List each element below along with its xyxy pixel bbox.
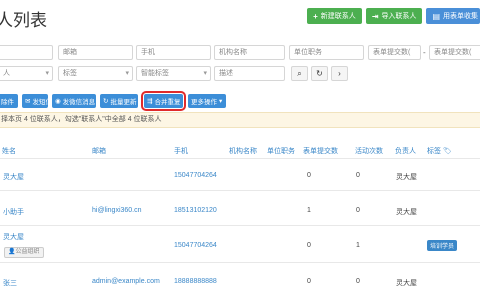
filter-row-1: 邮箱 手机 机构名称 单位职务 表单提交数( - 表单提交数(: [0, 45, 480, 60]
new-contact-button[interactable]: + 新建联系人: [307, 8, 362, 24]
merge-duplicates-button[interactable]: ⇶ 合并重复: [141, 91, 186, 111]
form-collection-label: 用表单收集: [443, 13, 478, 20]
top-button-group: + 新建联系人 ⇥ 导入联系人 ▤ 用表单收集: [307, 8, 480, 24]
row-divider: [0, 225, 480, 226]
merge-label: 合并重复: [154, 99, 181, 106]
row1-name[interactable]: 灵大屋: [3, 172, 24, 182]
wechat-label: 发微信消息: [62, 99, 96, 106]
selection-notice: 择本页 4 位联系人，勾选"联系人"中全部 4 位联系人: [0, 112, 480, 128]
description-filter-input[interactable]: 描述: [214, 66, 285, 81]
row3-name[interactable]: 灵大屋: [3, 232, 24, 242]
more-actions-label: 更多操作: [191, 99, 217, 106]
import-contact-label: 导入联系人: [381, 13, 417, 20]
smart-tag-filter-select[interactable]: 智能标签: [136, 66, 211, 81]
form-count-min-input[interactable]: 表单提交数(: [368, 45, 421, 60]
sms-icon: ✉: [25, 98, 31, 105]
refresh-button[interactable]: ↻: [311, 66, 328, 81]
row4-forms: 0: [307, 278, 311, 285]
row2-phone[interactable]: 18513102120: [174, 207, 217, 214]
search-button[interactable]: ⌕: [291, 66, 308, 81]
form-icon: ▤: [432, 11, 440, 21]
header-position[interactable]: 单位职务: [267, 146, 295, 156]
next-button[interactable]: ›: [331, 66, 348, 81]
row4-phone[interactable]: 18888888888: [174, 278, 217, 285]
merge-icon: ⇶: [147, 98, 153, 105]
header-name[interactable]: 姓名: [2, 146, 16, 156]
import-contact-button[interactable]: ⇥ 导入联系人: [365, 8, 423, 24]
delete-label: 除件: [1, 99, 14, 106]
header-tags[interactable]: 标签 🏷: [427, 146, 452, 156]
row3-public-label: 公益组织: [15, 249, 40, 255]
row2-name[interactable]: 小助手: [3, 207, 24, 217]
phone-filter-input[interactable]: 手机: [136, 45, 211, 60]
row3-tag-badge[interactable]: 培训学员: [427, 240, 458, 251]
row1-owner: 灵大屋: [396, 174, 417, 181]
new-contact-label: 新建联系人: [320, 13, 356, 20]
chevron-right-icon: ›: [338, 69, 341, 78]
header-forms[interactable]: 表单提交数: [303, 146, 338, 156]
row3-forms: 0: [307, 242, 311, 249]
row3-activities: 1: [356, 242, 360, 249]
name-filter-input[interactable]: [0, 45, 53, 60]
batch-update-label: 批量更新: [110, 99, 137, 106]
refresh-icon: ↻: [103, 98, 109, 105]
header-email[interactable]: 邮箱: [92, 146, 106, 156]
refresh-icon: ↻: [316, 69, 323, 78]
tag-filter-select[interactable]: 标签: [58, 66, 133, 81]
row-divider: [0, 190, 480, 191]
row4-name[interactable]: 张三: [3, 278, 17, 288]
position-filter-input[interactable]: 单位职务: [289, 45, 364, 60]
row1-activities: 0: [356, 172, 360, 179]
plus-icon: +: [313, 11, 318, 21]
row3-public-badge: 👤公益组织: [4, 247, 44, 258]
row-divider: [0, 262, 480, 263]
sms-button[interactable]: ✉ 发短信: [22, 94, 52, 108]
header-tags-label: 标签: [427, 148, 441, 155]
import-icon: ⇥: [371, 11, 379, 21]
wechat-icon: ◉: [55, 98, 61, 105]
row1-forms: 0: [307, 172, 311, 179]
chevron-down-icon: ▾: [219, 98, 223, 105]
wechat-button[interactable]: ◉ 发微信消息: [52, 94, 96, 108]
delete-button[interactable]: 除件: [0, 94, 18, 108]
row1-phone[interactable]: 15047704264: [174, 172, 217, 179]
header-phone[interactable]: 手机: [174, 146, 188, 156]
search-icon: ⌕: [297, 69, 302, 78]
header-org[interactable]: 机构名称: [229, 146, 257, 156]
row2-forms: 1: [307, 207, 311, 214]
header-activities[interactable]: 活动次数: [355, 146, 383, 156]
row4-email[interactable]: admin@example.com: [92, 278, 160, 285]
range-separator: -: [423, 48, 426, 57]
sms-label: 发短信: [32, 99, 52, 106]
row4-owner: 灵大屋: [396, 280, 417, 287]
batch-update-button[interactable]: ↻ 批量更新: [100, 94, 138, 108]
form-collection-button[interactable]: ▤ 用表单收集: [426, 8, 480, 24]
header-divider: [0, 158, 480, 159]
row4-activities: 0: [356, 278, 360, 285]
owner-filter-select[interactable]: 人: [0, 66, 53, 81]
row2-owner: 灵大屋: [396, 209, 417, 216]
more-actions-button[interactable]: 更多操作 ▾: [188, 94, 226, 108]
row3-phone[interactable]: 15047704264: [174, 242, 217, 249]
form-count-max-input[interactable]: 表单提交数(: [429, 45, 480, 60]
org-filter-input[interactable]: 机构名称: [214, 45, 285, 60]
tag-icon: 🏷: [442, 148, 452, 155]
page-title: 人列表: [0, 11, 47, 30]
email-filter-input[interactable]: 邮箱: [58, 45, 133, 60]
header-owner[interactable]: 负责人: [395, 146, 416, 156]
filter-row-2: 人 标签 智能标签 描述 ⌕ ↻ ›: [0, 66, 480, 81]
row2-email[interactable]: hi@lingxi360.cn: [92, 207, 142, 214]
row2-activities: 0: [356, 207, 360, 214]
